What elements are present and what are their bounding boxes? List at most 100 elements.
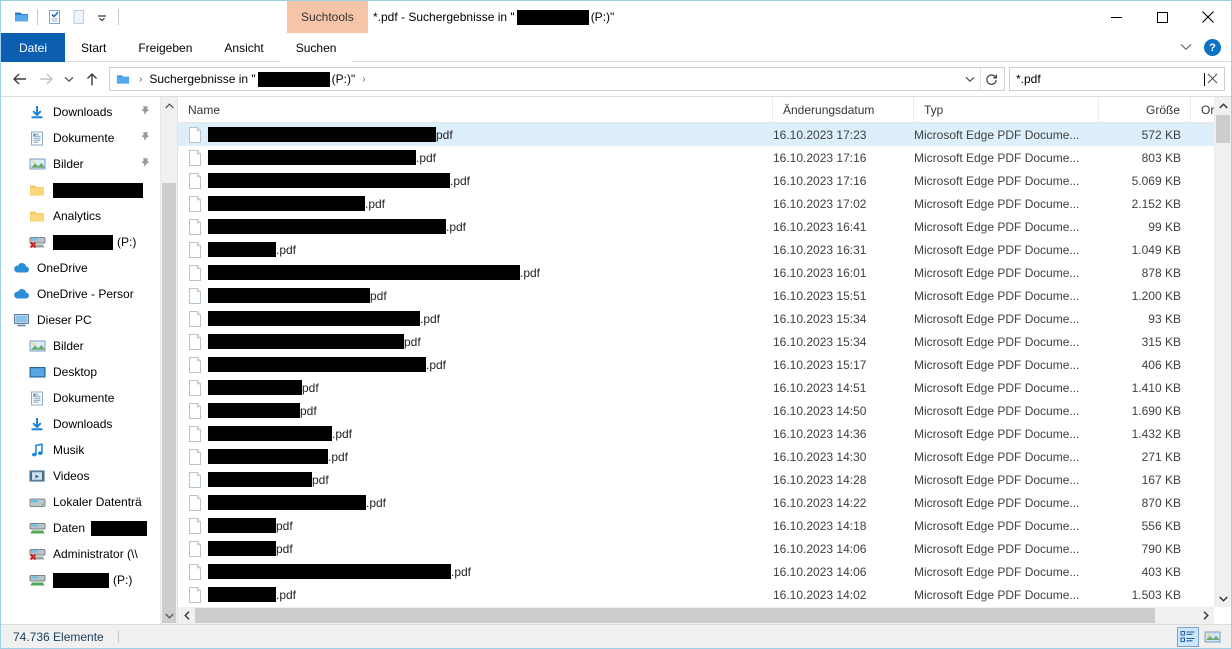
chevron-up-icon[interactable] xyxy=(1215,97,1231,114)
navigation-scroll-thumb[interactable] xyxy=(162,183,176,623)
table-row[interactable]: pdf 16.10.2023 14:06 Microsoft Edge PDF Do… xyxy=(178,537,1231,560)
table-row[interactable]: .pdf 16.10.2023 16:01 Microsoft Edge PDF D… xyxy=(178,261,1231,284)
file-list-horizontal-scrollbar[interactable] xyxy=(178,607,1214,624)
table-row[interactable]: pdf 16.10.2023 17:23 Microsoft Edge PDF Do… xyxy=(178,123,1231,146)
pin-icon[interactable] xyxy=(140,105,151,119)
chevron-down-icon[interactable] xyxy=(161,607,177,624)
sidebar-item-p-18[interactable]: (P:) xyxy=(1,567,177,593)
table-row[interactable]: .pdf 16.10.2023 16:31 Microsoft Edge PDF D… xyxy=(178,238,1231,261)
table-row[interactable]: .pdf 16.10.2023 15:34 Microsoft Edge PDF D… xyxy=(178,307,1231,330)
breadcrumb-separator-1[interactable]: › xyxy=(134,74,147,85)
sidebar-item-bilder-9[interactable]: Bilder xyxy=(1,333,177,359)
pin-icon[interactable] xyxy=(140,157,151,171)
table-row[interactable]: .pdf 16.10.2023 15:17 Microsoft Edge PDF D… xyxy=(178,353,1231,376)
back-button[interactable] xyxy=(7,66,33,92)
large-icons-view-icon[interactable] xyxy=(1201,627,1223,647)
folder-icon xyxy=(27,182,47,198)
maximize-button[interactable] xyxy=(1139,1,1185,33)
table-row[interactable]: .pdf 16.10.2023 14:06 Microsoft Edge PDF D… xyxy=(178,560,1231,583)
recent-locations-button[interactable] xyxy=(59,66,79,92)
chevron-down-icon[interactable] xyxy=(1215,590,1231,607)
sidebar-item-administrator-17[interactable]: Administrator (\\ xyxy=(1,541,177,567)
table-row[interactable]: .pdf 16.10.2023 16:41 Microsoft Edge PDF D… xyxy=(178,215,1231,238)
table-row[interactable]: pdf 16.10.2023 14:18 Microsoft Edge PDF Do… xyxy=(178,514,1231,537)
navigation-scrollbar[interactable] xyxy=(160,97,177,624)
window-title-prefix: *.pdf - Suchergebnisse in " xyxy=(373,10,515,24)
table-row[interactable]: .pdf 16.10.2023 17:16 Microsoft Edge PDF D… xyxy=(178,146,1231,169)
navigation-list: Downloads Dokumente Bilder Analytics (P:) One… xyxy=(1,97,177,593)
search-box[interactable]: *.pdf xyxy=(1009,67,1225,91)
chevron-left-icon[interactable] xyxy=(178,607,195,624)
sidebar-item-dokumente-1[interactable]: Dokumente xyxy=(1,125,177,151)
column-header-date[interactable]: Änderungsdatum xyxy=(773,96,914,123)
minimize-button[interactable] xyxy=(1093,1,1139,33)
table-row[interactable]: pdf 16.10.2023 15:34 Microsoft Edge PDF Do… xyxy=(178,330,1231,353)
new-folder-icon[interactable] xyxy=(66,5,90,29)
up-button[interactable] xyxy=(79,66,105,92)
sidebar-item-label: Downloads xyxy=(53,105,113,119)
tab-freigeben[interactable]: Freigeben xyxy=(122,33,208,62)
close-button[interactable] xyxy=(1185,1,1231,33)
sidebar-item-desktop-10[interactable]: Desktop xyxy=(1,359,177,385)
refresh-icon[interactable] xyxy=(980,68,1002,90)
sidebar-item-videos-14[interactable]: Videos xyxy=(1,463,177,489)
sidebar-item-p-5[interactable]: (P:) xyxy=(1,229,177,255)
table-row[interactable]: pdf 16.10.2023 14:50 Microsoft Edge PDF Do… xyxy=(178,399,1231,422)
sidebar-item-onedrive-persor-7[interactable]: OneDrive - Persor xyxy=(1,281,177,307)
table-row[interactable]: .pdf 16.10.2023 14:02 Microsoft Edge PDF D… xyxy=(178,583,1231,606)
sidebar-item-downloads-12[interactable]: Downloads xyxy=(1,411,177,437)
search-input[interactable]: *.pdf xyxy=(1016,72,1204,86)
column-header-size[interactable]: Größe xyxy=(1099,96,1191,123)
horizontal-scroll-thumb[interactable] xyxy=(195,608,1155,623)
forward-button[interactable] xyxy=(33,66,59,92)
sidebar-item-bilder-2[interactable]: Bilder xyxy=(1,151,177,177)
sidebar-item-lokaler-datentr-15[interactable]: Lokaler Datenträ xyxy=(1,489,177,515)
column-header-type[interactable]: Typ xyxy=(914,96,1099,123)
details-view-icon[interactable] xyxy=(1177,627,1199,647)
table-row[interactable]: pdf 16.10.2023 15:51 Microsoft Edge PDF Do… xyxy=(178,284,1231,307)
address-field[interactable]: › Suchergebnisse in " (P:)" › xyxy=(109,67,1005,91)
properties-icon[interactable] xyxy=(42,5,66,29)
file-rows-container: pdf 16.10.2023 17:23 Microsoft Edge PDF Do… xyxy=(178,123,1231,624)
chevron-right-icon[interactable] xyxy=(1197,607,1214,624)
video-icon xyxy=(27,468,47,484)
pin-icon[interactable] xyxy=(140,131,151,145)
chevron-down-icon[interactable] xyxy=(90,5,114,29)
breadcrumb-search-results[interactable]: Suchergebnisse in " (P:)" xyxy=(147,71,357,87)
table-row[interactable]: .pdf 16.10.2023 17:02 Microsoft Edge PDF D… xyxy=(178,192,1231,215)
sidebar-item-onedrive-6[interactable]: OneDrive xyxy=(1,255,177,281)
pictures-icon xyxy=(27,338,47,354)
sidebar-item-musik-13[interactable]: Musik xyxy=(1,437,177,463)
chevron-down-icon[interactable] xyxy=(1174,42,1198,54)
file-list-vertical-scrollbar[interactable] xyxy=(1214,97,1231,607)
table-row[interactable]: .pdf 16.10.2023 14:36 Microsoft Edge PDF D… xyxy=(178,422,1231,445)
file-extension: .pdf xyxy=(366,495,387,510)
sidebar-item-analytics-4[interactable]: Analytics xyxy=(1,203,177,229)
table-row[interactable]: .pdf 16.10.2023 14:22 Microsoft Edge PDF D… xyxy=(178,491,1231,514)
sidebar-item-dieser-pc-8[interactable]: Dieser PC xyxy=(1,307,177,333)
sidebar-item-dokumente-11[interactable]: Dokumente xyxy=(1,385,177,411)
table-row[interactable]: .pdf 16.10.2023 14:30 Microsoft Edge PDF D… xyxy=(178,445,1231,468)
close-icon[interactable] xyxy=(1205,72,1220,87)
tab-suchen[interactable]: Suchen xyxy=(279,33,353,62)
tab-start[interactable]: Start xyxy=(65,33,122,62)
vertical-scroll-thumb[interactable] xyxy=(1216,115,1230,143)
address-dropdown-icon[interactable] xyxy=(960,68,980,90)
file-type-cell: Microsoft Edge PDF Docume... xyxy=(914,150,1080,165)
breadcrumb-separator-2[interactable]: › xyxy=(357,74,370,85)
table-row[interactable]: pdf 16.10.2023 14:28 Microsoft Edge PDF Do… xyxy=(178,468,1231,491)
tab-ansicht[interactable]: Ansicht xyxy=(208,33,279,62)
folder-icon[interactable] xyxy=(9,5,33,29)
file-name-cell: pdf xyxy=(178,330,773,353)
pdf-file-icon xyxy=(188,195,202,212)
sidebar-item-downloads-0[interactable]: Downloads xyxy=(1,99,177,125)
file-date-cell: 16.10.2023 14:50 xyxy=(773,403,867,418)
table-row[interactable]: .pdf 16.10.2023 17:16 Microsoft Edge PDF D… xyxy=(178,169,1231,192)
sidebar-item-daten-16[interactable]: Daten xyxy=(1,515,177,541)
sidebar-item-redacted-3[interactable] xyxy=(1,177,177,203)
chevron-up-icon[interactable] xyxy=(161,97,177,114)
help-icon[interactable]: ? xyxy=(1204,39,1221,56)
table-row[interactable]: pdf 16.10.2023 14:51 Microsoft Edge PDF Do… xyxy=(178,376,1231,399)
tab-datei[interactable]: Datei xyxy=(1,33,65,62)
column-header-name[interactable]: Name xyxy=(178,96,773,123)
